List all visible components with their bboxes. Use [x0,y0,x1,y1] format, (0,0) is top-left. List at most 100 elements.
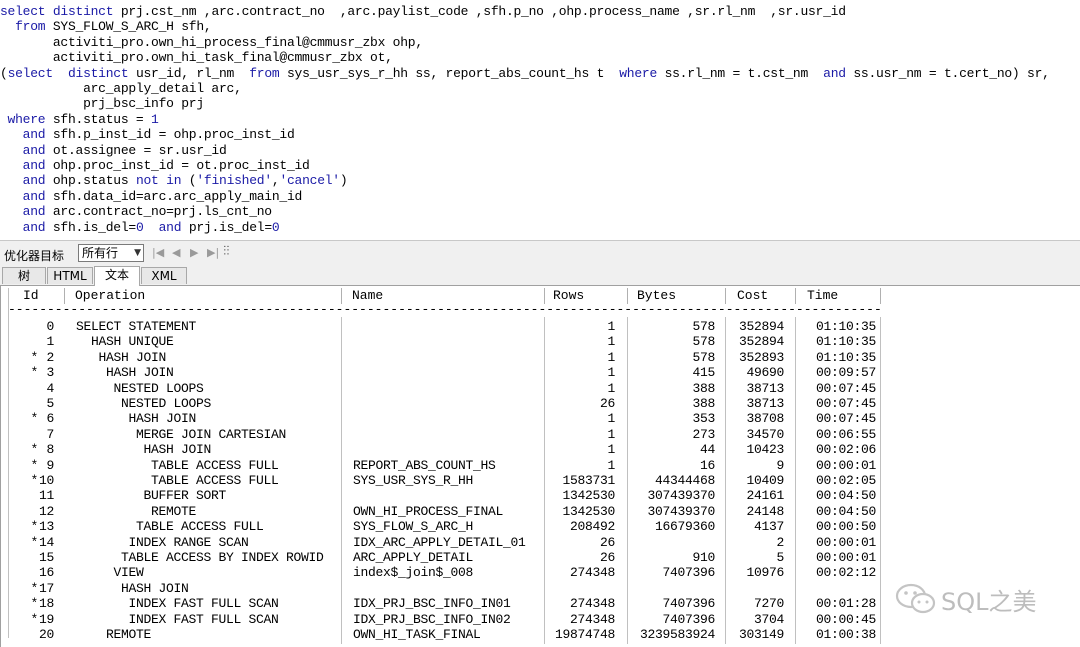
prev-icon[interactable]: ◀ [172,246,180,259]
sql-keyword: select distinct [7,65,136,81]
plan-cell-star: * [30,411,38,427]
plan-cell-time: 01:10:35 [815,349,876,365]
sql-line: from SYS_FLOW_S_ARC_H sfh, [0,19,212,34]
plan-cell-op: HASH UNIQUE [76,334,174,350]
plan-cell-star [28,319,38,334]
plan-cell-time: 00:07:45 [815,411,876,427]
sql-keyword: and [0,173,53,189]
column-header-time: Time [807,288,839,303]
sql-line: and sfh.p_inst_id = ohp.proc_inst_id [0,127,295,142]
next-icon[interactable]: ▶ [190,246,198,259]
plan-cell-time: 00:06:55 [815,426,876,442]
first-icon[interactable]: |◀ [152,246,164,259]
plan-cell-bytes: 578 [692,334,715,350]
tab-xml[interactable]: XML [141,267,187,284]
plan-cell-bytes: 307439370 [647,503,715,519]
plan-cell-time: 01:10:35 [815,334,876,350]
plan-cell-star [28,627,38,642]
plan-cell-rows: 19874748 [554,627,615,642]
plan-cell-star: * [30,611,38,627]
column-gridline [341,317,342,645]
sql-line: and ohp.status not in ('finished','cance… [0,173,348,189]
sql-editor[interactable]: select distinct prj.cst_nm ,arc.contract… [0,0,1080,238]
tab-tree[interactable]: 树 [2,267,46,284]
plan-cell-star [28,504,38,519]
plan-cell-cost: 7270 [753,596,784,612]
plan-cell-id: 16 [38,565,54,581]
watermark: SQL之美 [895,580,1065,616]
tune-icon[interactable]: ⫶⫶ [223,244,230,259]
plan-cell-bytes: 307439370 [647,488,715,504]
sql-line: activiti_pro.own_hi_task_final@cmmusr_zb… [0,50,393,65]
sql-line: and ot.assignee = sr.usr_id [0,143,227,158]
plan-cell-id: 11 [38,488,54,504]
column-separator [341,288,342,304]
plan-cell-id: 19 [38,611,54,627]
plan-cell-star [28,427,38,442]
sql-line: select distinct prj.cst_nm ,arc.contract… [0,4,846,19]
tab-text[interactable]: 文本 [94,266,140,286]
plan-cell-id: 14 [38,534,54,550]
plan-cell-time: 00:00:01 [815,534,876,550]
sql-text: sfh.p_inst_id = ohp.proc_inst_id [52,127,295,143]
plan-cell-bytes: 7407396 [662,565,715,581]
tab-html[interactable]: HTML [47,267,93,284]
plan-cell-name [353,365,541,380]
plan-cell-rows: 274348 [569,611,615,627]
view-tab-bar: 树 HTML 文本 XML [0,266,1080,286]
optimizer-goal-select[interactable]: 所有行 ▼ [78,244,144,262]
plan-cell-id: 4 [46,380,54,396]
sql-keyword: not in [135,173,189,189]
plan-cell-bytes: 44 [699,442,715,458]
plan-cell-time: 01:10:35 [815,319,876,334]
sql-keyword: and [0,142,53,158]
plan-cell-time: 00:00:50 [815,519,876,535]
plan-cell-rows: 1 [607,365,615,381]
plan-cell-star [28,381,38,396]
plan-cell-id: 9 [46,457,54,473]
plan-cell-op: NESTED LOOPS [76,380,204,396]
plan-cell-id: 13 [38,519,54,535]
plan-cell-cost: 352893 [738,349,784,365]
plan-cell-cost: 4137 [753,519,784,535]
plan-header-rule: ----------------------------------------… [8,304,881,316]
plan-cell-time: 00:00:01 [815,550,876,565]
plan-cell-bytes: 273 [692,426,715,442]
plan-cell-id: 0 [46,319,54,334]
plan-cell-time: 00:02:12 [815,565,876,581]
column-header-cost: Cost [737,288,769,303]
plan-cell-cost: 2 [776,534,784,550]
plan-cell-id: 10 [38,473,54,488]
plan-cell-op: INDEX FAST FULL SCAN [76,596,279,612]
optimizer-toolbar: 优化器目标 所有行 ▼ |◀ ◀ ▶ ▶| ⫶⫶ [0,240,1080,267]
plan-cell-name: REPORT_ABS_COUNT_HS [353,457,496,473]
plan-cell-rows: 208492 [569,519,615,535]
sql-keyword: where [619,65,665,81]
sql-line: and sfh.data_id=arc.arc_apply_main_id [0,189,303,204]
sql-text: ohp.proc_inst_id = ot.proc_inst_id [52,158,310,173]
plan-cell-star: * [30,365,38,381]
plan-cell-op: VIEW [76,565,144,581]
plan-cell-bytes: 16679360 [654,519,715,535]
plan-cell-cost: 3704 [753,611,784,627]
sql-text: prj.cst_nm ,arc.contract_no ,arc.paylist… [120,4,846,19]
last-icon[interactable]: ▶| [207,246,219,259]
plan-cell-rows: 1 [607,319,615,334]
plan-cell-name [353,334,541,349]
plan-cell-time: 00:02:06 [815,442,876,458]
plan-cell-time: 00:07:45 [815,380,876,396]
sql-keyword: select distinct [0,4,121,19]
sql-literal: 0 [135,219,144,235]
plan-cell-time [796,581,876,596]
plan-cell-bytes: 388 [692,380,715,396]
plan-cell-bytes: 388 [692,396,715,411]
chevron-down-icon[interactable]: ▼ [134,245,141,261]
plan-cell-op: NESTED LOOPS [76,396,212,411]
plan-cell-op: TABLE ACCESS FULL [76,473,279,488]
plan-cell-time: 00:00:01 [815,457,876,473]
sql-text: activiti_pro.own_hi_process_final@cmmusr… [0,34,423,50]
plan-cell-name: IDX_PRJ_BSC_INFO_IN02 [353,611,511,627]
plan-cell-name [353,411,541,426]
plan-cell-cost: 10409 [746,473,784,488]
plan-cell-cost: 10423 [746,442,784,458]
